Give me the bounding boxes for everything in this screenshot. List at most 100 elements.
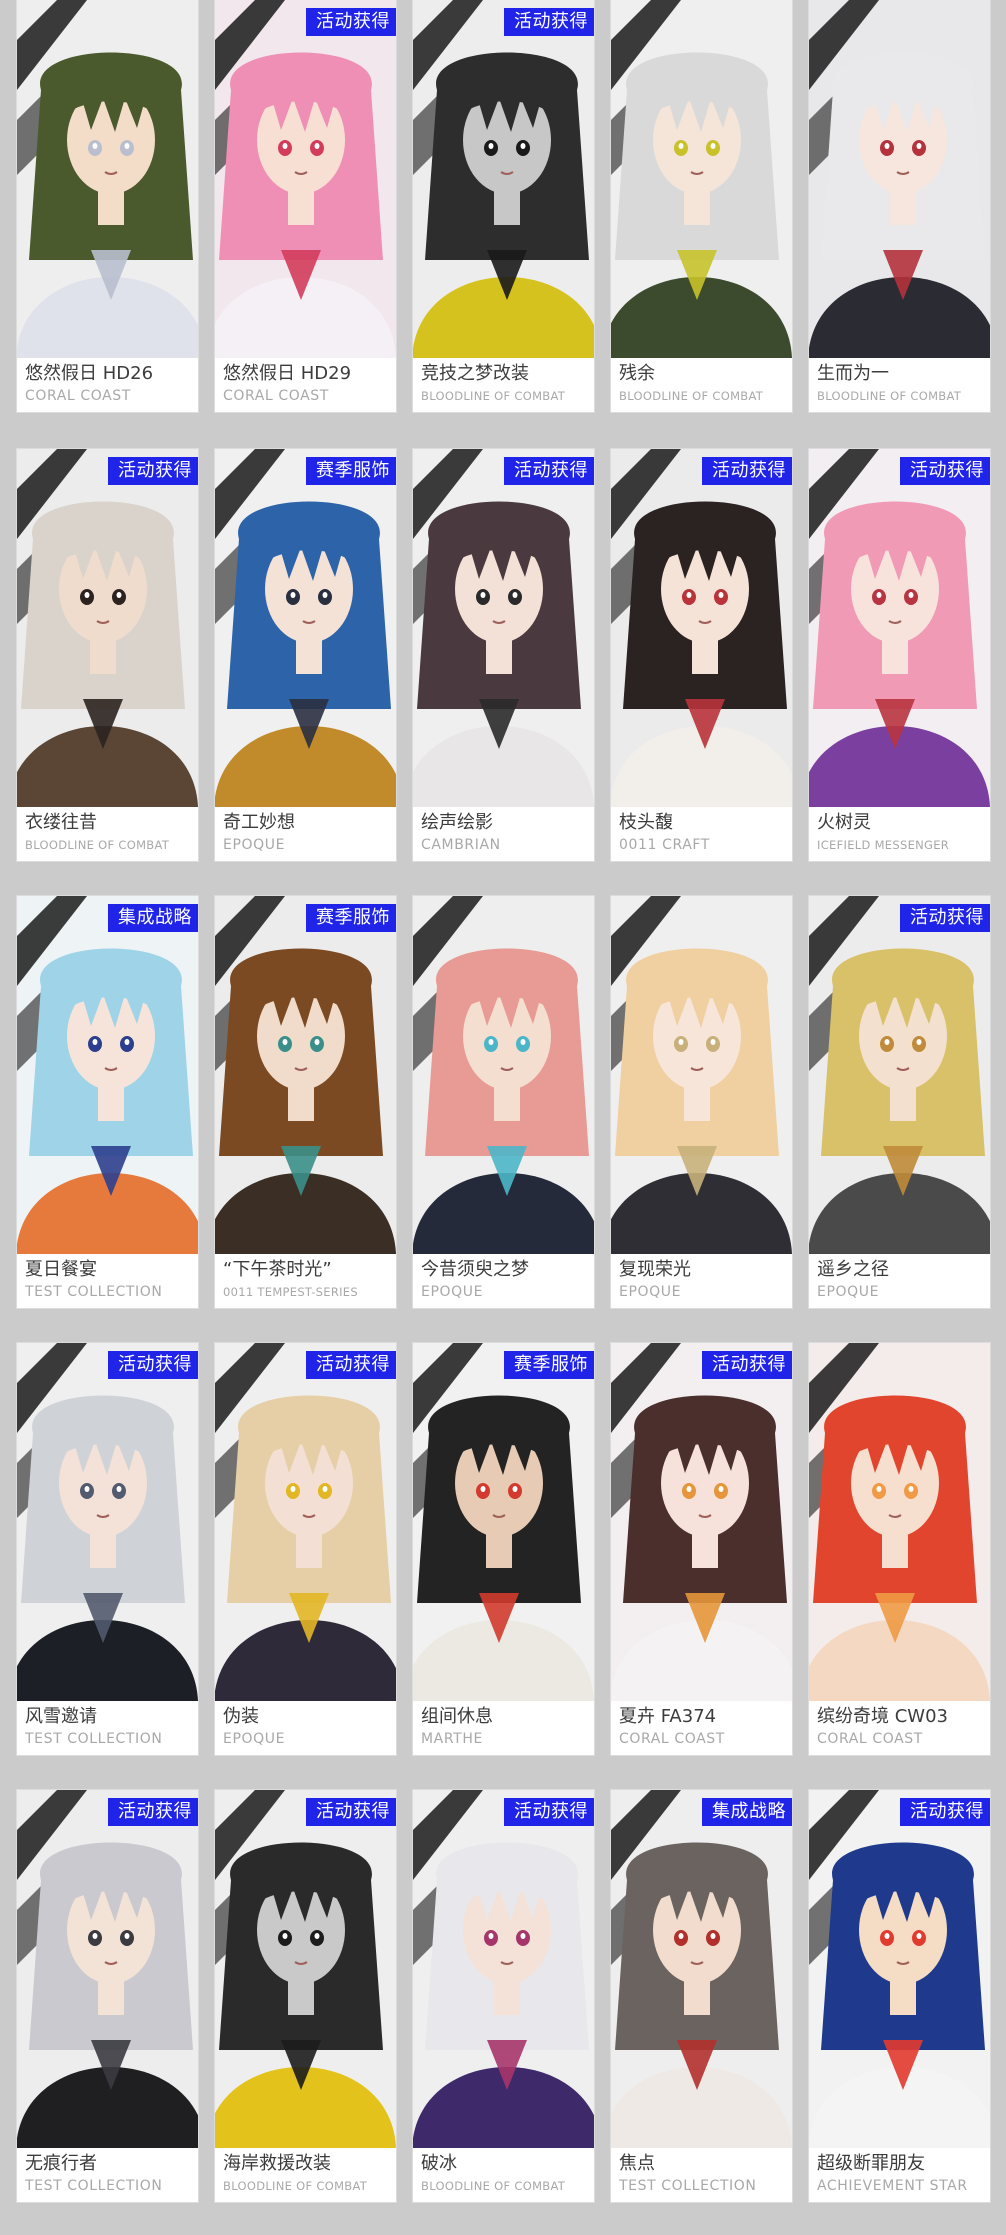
outfit-card[interactable]: 赛季服饰 “下午茶时光” 0011 TEMPEST-SERIES <box>215 896 396 1308</box>
outfit-card[interactable]: 今昔须臾之梦 EPOQUE <box>413 896 594 1308</box>
outfit-card[interactable]: 活动获得 无痕行者 TEST COLLECTION <box>17 1790 198 2202</box>
acquisition-badge: 活动获得 <box>504 8 594 36</box>
outfit-art <box>413 449 594 807</box>
outfit-illustration <box>17 0 198 358</box>
acquisition-badge: 活动获得 <box>900 904 990 932</box>
outfit-illustration <box>413 896 594 1254</box>
acquisition-badge: 活动获得 <box>108 1351 198 1379</box>
outfit-card[interactable]: 活动获得 风雪邀请 TEST COLLECTION <box>17 1343 198 1755</box>
outfit-illustration <box>611 0 792 358</box>
outfit-card[interactable]: 复现荣光 EPOQUE <box>611 896 792 1308</box>
outfit-card[interactable]: 集成战略 焦点 TEST COLLECTION <box>611 1790 792 2202</box>
outfit-name: 破冰 <box>421 2153 457 2174</box>
acquisition-badge: 活动获得 <box>108 1798 198 1826</box>
outfit-art <box>611 449 792 807</box>
outfit-card[interactable]: 缤纷奇境 CW03 CORAL COAST <box>809 1343 990 1755</box>
acquisition-badge: 活动获得 <box>108 457 198 485</box>
outfit-art <box>611 0 792 358</box>
outfit-card[interactable]: 活动获得枝头馥 0011 CRAFT <box>611 449 792 861</box>
outfit-art <box>809 0 990 358</box>
outfit-illustration <box>215 1790 396 2148</box>
outfit-card[interactable]: 活动获得 火树灵 ICEFIELD MESSENGER <box>809 449 990 861</box>
outfit-art <box>809 896 990 1254</box>
outfit-card[interactable]: 生而为一 BLOODLINE OF COMBAT <box>809 0 990 412</box>
outfit-card[interactable]: 活动获得衣缕往昔 BLOODLINE OF COMBAT <box>17 449 198 861</box>
outfit-card[interactable]: 残余 BLOODLINE OF COMBAT <box>611 0 792 412</box>
outfit-series: EPOQUE <box>619 1284 682 1300</box>
outfit-series: MARTHE <box>421 1731 483 1747</box>
acquisition-badge: 活动获得 <box>702 457 792 485</box>
outfit-name: 残余 <box>619 363 655 384</box>
outfit-series: EPOQUE <box>223 1731 286 1747</box>
outfit-name: “下午茶时光” <box>223 1259 332 1280</box>
acquisition-badge: 赛季服饰 <box>306 904 396 932</box>
outfit-series: BLOODLINE OF COMBAT <box>25 838 170 852</box>
outfit-illustration <box>17 1343 198 1701</box>
outfit-card[interactable]: 赛季服饰组间休息 MARTHE <box>413 1343 594 1755</box>
outfit-series: EPOQUE <box>223 837 286 853</box>
acquisition-badge: 活动获得 <box>306 1351 396 1379</box>
acquisition-badge: 活动获得 <box>504 457 594 485</box>
outfit-name: 海岸救援改装 <box>223 2153 331 2174</box>
outfit-art <box>215 449 396 807</box>
outfit-name: 竞技之梦改装 <box>421 363 529 384</box>
outfit-card[interactable]: 活动获得 超级断罪朋友 ACHIEVEMENT STAR <box>809 1790 990 2202</box>
outfit-name: 焦点 <box>619 2153 655 2174</box>
outfit-card[interactable]: 活动获得 悠然假日 HD29 CORAL COAST <box>215 0 396 412</box>
outfit-name: 绘声绘影 <box>421 812 493 833</box>
outfit-illustration <box>809 896 990 1254</box>
outfit-name: 遥乡之径 <box>817 1259 889 1280</box>
outfit-name: 悠然假日 HD29 <box>223 363 352 384</box>
outfit-name: 生而为一 <box>817 363 889 384</box>
outfit-art <box>17 1343 198 1701</box>
outfit-illustration <box>215 896 396 1254</box>
outfit-name: 夏卉 FA374 <box>619 1706 717 1727</box>
outfit-card[interactable]: 活动获得 海岸救援改装 BLOODLINE OF COMBAT <box>215 1790 396 2202</box>
outfit-name: 无痕行者 <box>25 2153 97 2174</box>
outfit-name: 风雪邀请 <box>25 1706 97 1727</box>
outfit-art <box>17 0 198 358</box>
outfit-art <box>413 0 594 358</box>
outfit-card[interactable]: 赛季服饰奇工妙想 EPOQUE <box>215 449 396 861</box>
outfit-card[interactable]: 集成战略 夏日餐宴 TEST COLLECTION <box>17 896 198 1308</box>
acquisition-badge: 集成战略 <box>108 904 198 932</box>
acquisition-badge: 赛季服饰 <box>306 457 396 485</box>
outfit-card[interactable]: 活动获得 破冰 BLOODLINE OF COMBAT <box>413 1790 594 2202</box>
outfit-series: BLOODLINE OF COMBAT <box>223 2179 368 2193</box>
outfit-art <box>809 1343 990 1701</box>
outfit-art <box>809 449 990 807</box>
outfit-illustration <box>413 1790 594 2148</box>
outfit-card[interactable]: 活动获得夏卉 FA374 CORAL COAST <box>611 1343 792 1755</box>
outfit-card[interactable]: 悠然假日 HD26 CORAL COAST <box>17 0 198 412</box>
outfit-series: BLOODLINE OF COMBAT <box>421 389 566 403</box>
outfit-illustration <box>809 449 990 807</box>
outfit-card[interactable]: 活动获得竞技之梦改装 BLOODLINE OF COMBAT <box>413 0 594 412</box>
outfit-card[interactable]: 活动获得 遥乡之径 EPOQUE <box>809 896 990 1308</box>
outfit-art <box>413 1343 594 1701</box>
acquisition-badge: 活动获得 <box>702 1351 792 1379</box>
acquisition-badge: 活动获得 <box>306 8 396 36</box>
outfit-illustration <box>413 449 594 807</box>
acquisition-badge: 赛季服饰 <box>504 1351 594 1379</box>
outfit-name: 衣缕往昔 <box>25 812 97 833</box>
outfit-name: 组间休息 <box>421 1706 493 1727</box>
outfit-art <box>215 1343 396 1701</box>
outfit-illustration <box>17 449 198 807</box>
outfit-illustration <box>215 449 396 807</box>
outfit-art <box>17 1790 198 2148</box>
outfit-series: 0011 CRAFT <box>619 837 710 853</box>
outfit-illustration <box>413 0 594 358</box>
outfit-name: 枝头馥 <box>619 812 673 833</box>
outfit-art <box>413 1790 594 2148</box>
outfit-name: 奇工妙想 <box>223 812 295 833</box>
outfit-illustration <box>611 449 792 807</box>
outfit-art <box>17 449 198 807</box>
outfit-series: BLOODLINE OF COMBAT <box>619 389 764 403</box>
outfit-card[interactable]: 活动获得 伪装 EPOQUE <box>215 1343 396 1755</box>
outfit-illustration <box>17 896 198 1254</box>
outfit-card[interactable]: 活动获得绘声绘影 CAMBRIAN <box>413 449 594 861</box>
outfit-art <box>215 896 396 1254</box>
outfit-series: CAMBRIAN <box>421 837 501 853</box>
outfit-art <box>17 896 198 1254</box>
outfit-series: CORAL COAST <box>619 1731 725 1747</box>
